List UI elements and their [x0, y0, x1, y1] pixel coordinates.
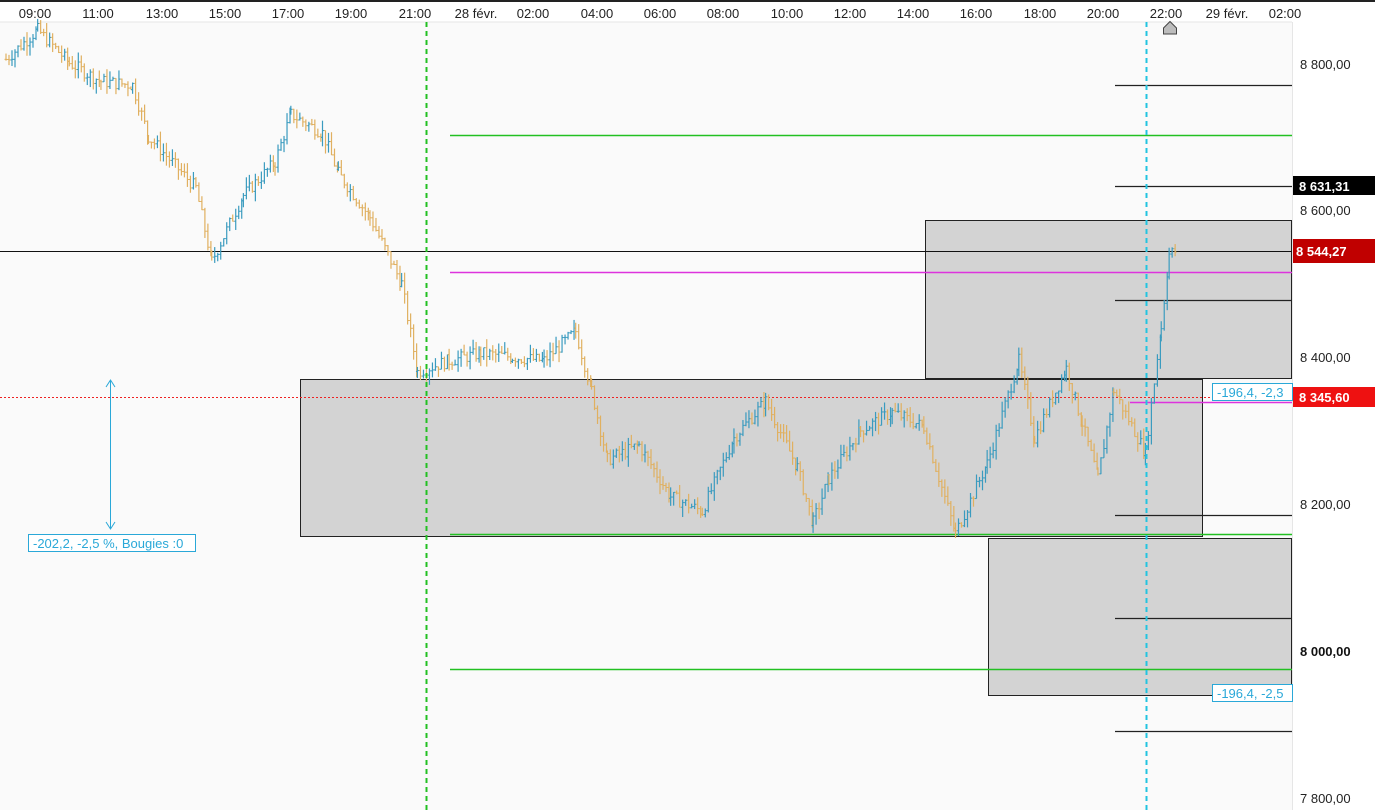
time-axis-label: 02:00 [1269, 6, 1302, 21]
time-axis-label: 29 févr. [1206, 6, 1249, 21]
price-badge-black-text: 8 631,31 [1299, 179, 1350, 194]
time-axis-label: 15:00 [209, 6, 242, 21]
time-axis-label: 04:00 [581, 6, 614, 21]
price-axis-label: 7 800,00 [1300, 791, 1351, 806]
measure-label-right-upper: -196,4, -2,3 [1217, 385, 1284, 400]
price-badge-red-text: 8 345,60 [1299, 390, 1350, 405]
time-axis-label: 02:00 [517, 6, 550, 21]
time-axis-label: 09:00 [19, 6, 52, 21]
price-axis-label: 8 800,00 [1300, 57, 1351, 72]
time-axis-label: 13:00 [146, 6, 179, 21]
time-axis-label: 17:00 [272, 6, 305, 21]
time-axis-label: 14:00 [897, 6, 930, 21]
price-axis-label: 8 200,00 [1300, 497, 1351, 512]
price-axis-label: 8 600,00 [1300, 203, 1351, 218]
price-badge-last-text: 8 544,27 [1296, 244, 1347, 259]
measure-label-left: -202,2, -2,5 %, Bougies :0 [33, 536, 183, 551]
time-axis-label: 19:00 [335, 6, 368, 21]
price-axis-label-bold: 8 000,00 [1300, 644, 1351, 659]
time-axis-label: 20:00 [1087, 6, 1120, 21]
chart[interactable]: -202,2, -2,5 %, Bougies :0 -196,4, -2,3 … [0, 0, 1375, 810]
zone-box-middle[interactable] [300, 379, 1203, 537]
zone-box-upper[interactable] [925, 220, 1292, 379]
time-axis[interactable]: 09:00 11:00 13:00 15:00 17:00 19:00 21:0… [19, 6, 1302, 21]
time-axis-label: 28 févr. [455, 6, 498, 21]
price-axis-label: 8 400,00 [1300, 350, 1351, 365]
zone-box-lower[interactable] [988, 538, 1292, 696]
time-axis-label: 22:00 [1150, 6, 1183, 21]
time-axis-label: 16:00 [960, 6, 993, 21]
time-axis-label: 10:00 [771, 6, 804, 21]
measure-label-right-lower: -196,4, -2,5 [1217, 686, 1284, 701]
time-axis-label: 08:00 [707, 6, 740, 21]
time-axis-label: 18:00 [1024, 6, 1057, 21]
time-axis-label: 12:00 [834, 6, 867, 21]
time-axis-label: 06:00 [644, 6, 677, 21]
time-axis-label: 11:00 [82, 6, 114, 21]
time-axis-label: 21:00 [399, 6, 432, 21]
